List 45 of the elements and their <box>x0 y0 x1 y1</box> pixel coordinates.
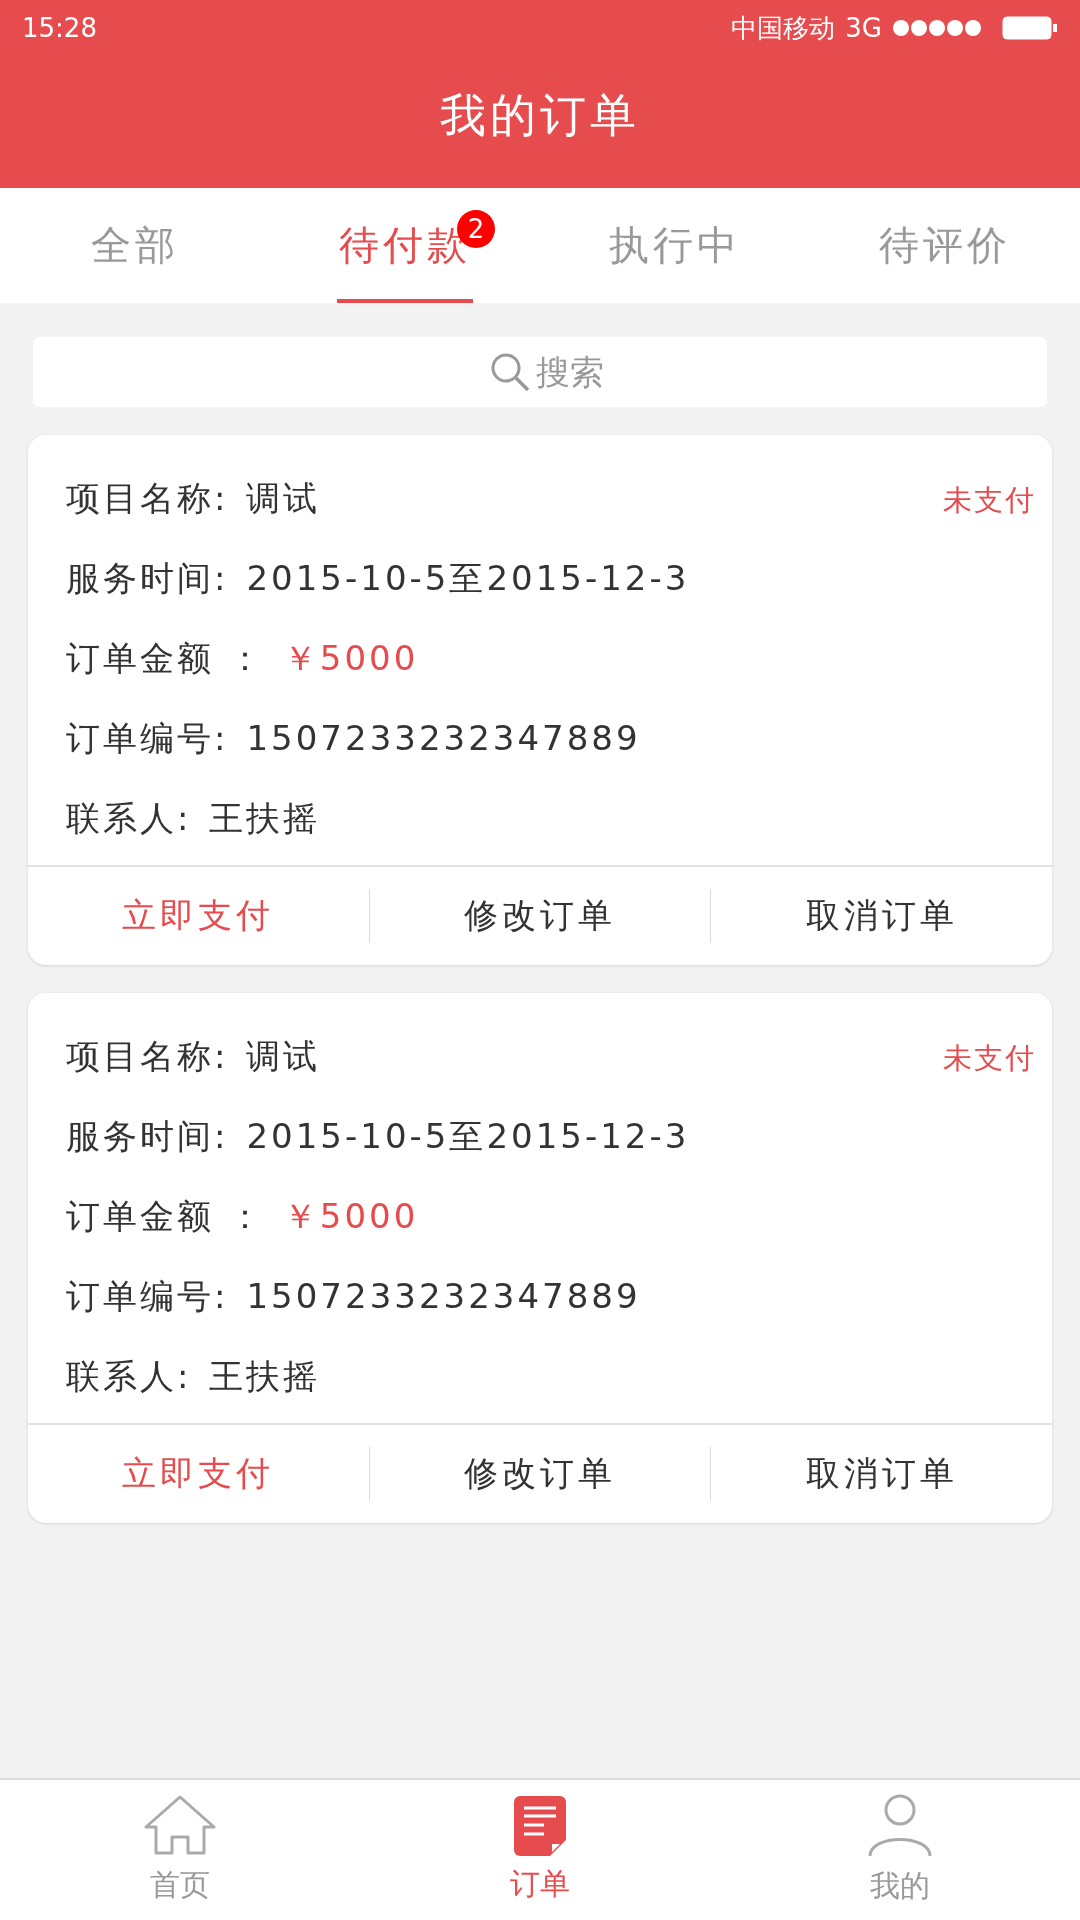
field-value: 2015-10-5至2015-12-3 <box>246 1115 690 1158</box>
field-label: 服务时间: <box>66 557 229 600</box>
field-value: 王扶摇 <box>209 797 321 840</box>
order-action-button[interactable]: 立即支付 <box>28 889 369 943</box>
field-value: 1507233232347889 <box>246 717 641 760</box>
field-value: ￥5000 <box>282 1195 419 1238</box>
field-label: 项目名称: <box>66 477 229 520</box>
network-type: 3G <box>845 13 882 43</box>
nav-item[interactable]: 我的 <box>720 1780 1080 1920</box>
payment-status: 未支付 <box>943 1040 1036 1077</box>
tab[interactable]: 待评价 <box>877 188 1013 303</box>
field-value: 2015-10-5至2015-12-3 <box>246 557 690 600</box>
tab[interactable]: 执行中 <box>607 188 743 303</box>
field-label: 订单金额 ： <box>66 1195 265 1238</box>
search-field[interactable]: 搜索 <box>33 337 1047 407</box>
nav-item[interactable]: 订单 <box>360 1780 720 1920</box>
field-value: 调试 <box>246 1035 321 1078</box>
field-label: 订单编号: <box>66 1275 229 1318</box>
home-icon <box>144 1794 216 1857</box>
battery-icon <box>1002 16 1058 40</box>
person-icon <box>868 1793 932 1858</box>
field-label: 订单编号: <box>66 717 229 760</box>
field-value: ￥5000 <box>282 637 419 680</box>
payment-status: 未支付 <box>943 482 1036 519</box>
carrier-name: 中国移动 <box>731 11 836 45</box>
page-title: 我的订单 <box>440 87 640 144</box>
field-label: 订单金额 ： <box>66 637 265 680</box>
order-action-button[interactable]: 取消订单 <box>710 889 1052 943</box>
order-action-button[interactable]: 修改订单 <box>368 1447 711 1501</box>
document-icon <box>514 1795 566 1856</box>
signal-icon <box>892 19 982 37</box>
field-value: 王扶摇 <box>209 1355 321 1398</box>
order-action-button[interactable]: 立即支付 <box>28 1447 369 1501</box>
order-action-button[interactable]: 修改订单 <box>368 889 711 943</box>
field-value: 调试 <box>246 477 321 520</box>
field-label: 联系人: <box>66 1355 192 1398</box>
field-label: 服务时间: <box>66 1115 229 1158</box>
nav-item[interactable]: 首页 <box>0 1780 360 1920</box>
status-time: 15:28 <box>22 13 97 43</box>
order-action-button[interactable]: 取消订单 <box>710 1447 1052 1501</box>
field-label: 项目名称: <box>66 1035 229 1078</box>
tab[interactable]: 全部 <box>89 188 181 303</box>
field-value: 1507233232347889 <box>246 1275 641 1318</box>
field-label: 联系人: <box>66 797 192 840</box>
search-icon <box>490 352 530 392</box>
